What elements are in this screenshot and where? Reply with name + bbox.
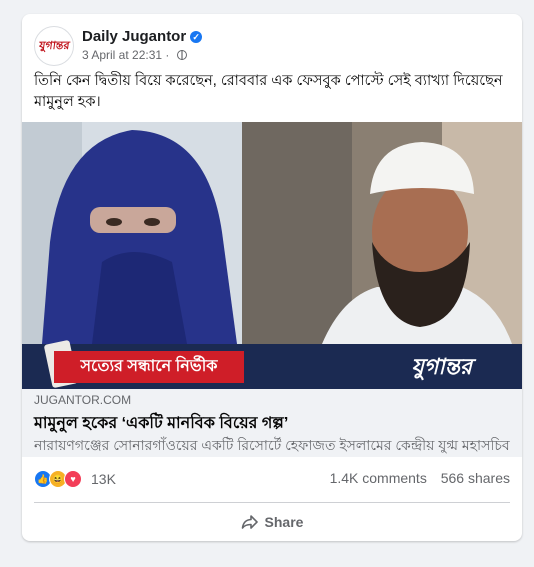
link-description: নারায়ণগঞ্জের সোনারগাঁওয়ের একটি রিসোর্ট… bbox=[34, 437, 510, 453]
left-eye bbox=[106, 218, 122, 226]
verified-badge-icon: ✓ bbox=[190, 31, 203, 43]
post-image[interactable]: সত্যের সন্ধানে নির্ভীক যুগান্তর bbox=[22, 122, 522, 389]
page-name[interactable]: Daily Jugantor ✓ bbox=[82, 28, 203, 45]
banner-slogan: সত্যের সন্ধানে নির্ভীক bbox=[54, 351, 244, 383]
page-name-label[interactable]: Daily Jugantor bbox=[82, 28, 186, 45]
avatar[interactable]: যুগান্তর bbox=[34, 26, 74, 66]
banner-logo: যুগান্তর bbox=[411, 354, 472, 380]
post-stats: 👍 😆 ♥ 13K 1.4K comments 566 shares bbox=[34, 470, 510, 490]
reactions-count[interactable]: 13K bbox=[91, 471, 116, 487]
avatar-logo: যুগান্তর bbox=[38, 38, 71, 52]
engagement-counts: 1.4K comments 566 shares bbox=[320, 470, 510, 486]
share-arrow-icon bbox=[241, 515, 258, 529]
eye-band bbox=[90, 207, 176, 233]
photo-right-curtain bbox=[242, 122, 352, 344]
reactions-summary[interactable]: 👍 😆 ♥ 13K bbox=[34, 470, 116, 488]
share-button[interactable]: Share bbox=[192, 508, 352, 536]
action-divider bbox=[34, 502, 510, 503]
share-label: Share bbox=[264, 514, 304, 530]
link-title[interactable]: মামুনুল হকের ‘একটি মানবিক বিয়ের গল্প’ bbox=[34, 410, 288, 437]
globe-icon bbox=[176, 50, 187, 60]
right-eye bbox=[144, 218, 160, 226]
post-timestamp[interactable]: 3 April at 22:31 bbox=[82, 48, 162, 62]
news-photo bbox=[22, 122, 522, 344]
link-domain: JUGANTOR.COM bbox=[34, 393, 132, 407]
post-meta: 3 April at 22:31 · bbox=[82, 48, 187, 62]
post-caption: তিনি কেন দ্বিতীয় বিয়ে করেছেন, রোববার এ… bbox=[34, 73, 503, 110]
news-banner: সত্যের সন্ধানে নির্ভীক যুগান্তর bbox=[22, 339, 522, 389]
shares-count[interactable]: 566 shares bbox=[441, 470, 510, 486]
comments-count[interactable]: 1.4K comments bbox=[330, 470, 427, 486]
link-preview[interactable]: JUGANTOR.COM মামুনুল হকের ‘একটি মানবিক ব… bbox=[22, 389, 522, 457]
post-card: যুগান্তর Daily Jugantor ✓ 3 April at 22:3… bbox=[22, 14, 522, 541]
post-header: যুগান্তর Daily Jugantor ✓ 3 April at 22:3… bbox=[34, 26, 510, 66]
love-reaction-icon: ♥ bbox=[64, 470, 82, 488]
meta-separator: · bbox=[165, 48, 170, 62]
